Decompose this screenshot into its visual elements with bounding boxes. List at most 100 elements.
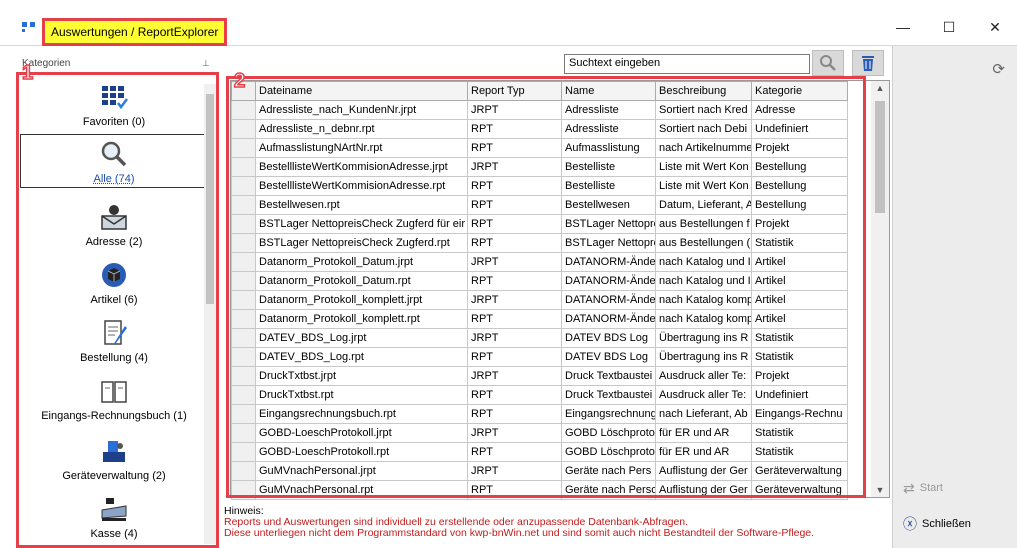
row-header[interactable]: [231, 385, 256, 405]
row-header[interactable]: [231, 404, 256, 424]
cell-dateiname[interactable]: Datanorm_Protokoll_Datum.rpt: [255, 271, 468, 291]
cell-report-typ[interactable]: RPT: [467, 404, 562, 424]
cell-kategorie[interactable]: Projekt: [751, 138, 848, 158]
cell-beschreibung[interactable]: für ER und AR: [655, 442, 752, 462]
cell-report-typ[interactable]: JRPT: [467, 290, 562, 310]
cell-dateiname[interactable]: DATEV_BDS_Log.jrpt: [255, 328, 468, 348]
cell-report-typ[interactable]: RPT: [467, 214, 562, 234]
maximize-button[interactable]: ☐: [926, 14, 972, 40]
cell-dateiname[interactable]: Datanorm_Protokoll_komplett.jrpt: [255, 290, 468, 310]
cell-report-typ[interactable]: RPT: [467, 442, 562, 462]
refresh-icon[interactable]: ⟳: [992, 60, 1005, 78]
table-row[interactable]: BestelllisteWertKommisionAdresse.rpt RPT B…: [231, 176, 848, 196]
cell-report-typ[interactable]: RPT: [467, 480, 562, 500]
cell-beschreibung[interactable]: aus Bestellungen f: [655, 214, 752, 234]
cell-beschreibung[interactable]: Liste mit Wert Kon: [655, 176, 752, 196]
cell-report-typ[interactable]: RPT: [467, 176, 562, 196]
cell-dateiname[interactable]: Datanorm_Protokoll_Datum.jrpt: [255, 252, 468, 272]
cell-dateiname[interactable]: DruckTxtbst.rpt: [255, 385, 468, 405]
cell-name[interactable]: Geräte nach Pers: [561, 461, 656, 481]
close-window-button[interactable]: ✕: [972, 14, 1017, 40]
table-row[interactable]: BSTLager NettopreisCheck Zugferd.rpt RPT B…: [231, 233, 848, 253]
cell-dateiname[interactable]: BSTLager NettopreisCheck Zugferd für eir: [255, 214, 468, 234]
cell-beschreibung[interactable]: Liste mit Wert Kon: [655, 157, 752, 177]
cell-dateiname[interactable]: AufmasslistungNArtNr.rpt: [255, 138, 468, 158]
row-header[interactable]: [231, 100, 256, 120]
cell-dateiname[interactable]: DruckTxtbst.jrpt: [255, 366, 468, 386]
table-row[interactable]: DruckTxtbst.jrpt JRPT Druck Textbaustei Aus…: [231, 366, 848, 386]
row-header[interactable]: [231, 195, 256, 215]
cell-name[interactable]: Bestelliste: [561, 157, 656, 177]
cell-kategorie[interactable]: Projekt: [751, 214, 848, 234]
cell-name[interactable]: Adressliste: [561, 119, 656, 139]
table-row[interactable]: GuMVnachPersonal.jrpt JRPT Geräte nach Per…: [231, 461, 848, 481]
cell-name[interactable]: DATEV BDS Log: [561, 347, 656, 367]
cell-kategorie[interactable]: Statistik: [751, 233, 848, 253]
row-header[interactable]: [231, 442, 256, 462]
scroll-up-icon[interactable]: ▲: [871, 83, 889, 93]
start-button[interactable]: ⇄ Start: [903, 476, 1013, 500]
close-button[interactable]: ⓧ Schließen: [903, 512, 1013, 536]
row-header[interactable]: [231, 138, 256, 158]
column-header-report-typ[interactable]: Report Typ: [467, 81, 562, 101]
cell-report-typ[interactable]: RPT: [467, 195, 562, 215]
cell-kategorie[interactable]: Artikel: [751, 309, 848, 329]
cell-dateiname[interactable]: GOBD-LoeschProtokoll.rpt: [255, 442, 468, 462]
table-row[interactable]: Adressliste_n_debnr.rpt RPT Adressliste Sor…: [231, 119, 848, 139]
table-row[interactable]: DruckTxtbst.rpt RPT Druck Textbaustei Ausdr…: [231, 385, 848, 405]
table-row[interactable]: Datanorm_Protokoll_komplett.rpt RPT DATANO…: [231, 309, 848, 329]
cell-report-typ[interactable]: JRPT: [467, 423, 562, 443]
cell-dateiname[interactable]: BSTLager NettopreisCheck Zugferd.rpt: [255, 233, 468, 253]
cell-name[interactable]: BSTLager Nettopre: [561, 214, 656, 234]
table-row[interactable]: Eingangsrechnungsbuch.rpt RPT Eingangsrech…: [231, 404, 848, 424]
cell-kategorie[interactable]: Eingangs-Rechnu: [751, 404, 848, 424]
cell-name[interactable]: Bestellwesen: [561, 195, 656, 215]
row-header[interactable]: [231, 461, 256, 481]
category-item-bestellung[interactable]: Bestellung (4): [20, 318, 208, 370]
cell-beschreibung[interactable]: Ausdruck aller Te:: [655, 385, 752, 405]
cell-dateiname[interactable]: GOBD-LoeschProtokoll.jrpt: [255, 423, 468, 443]
minimize-button[interactable]: —: [880, 14, 926, 40]
scroll-down-icon[interactable]: ▼: [871, 485, 889, 495]
search-input[interactable]: Suchtext eingeben: [564, 54, 810, 74]
table-row[interactable]: BSTLager NettopreisCheck Zugferd für eir…: [231, 214, 848, 234]
cell-report-typ[interactable]: JRPT: [467, 100, 562, 120]
cell-beschreibung[interactable]: Datum, Lieferant, A: [655, 195, 752, 215]
cell-dateiname[interactable]: BestelllisteWertKommisionAdresse.jrpt: [255, 157, 468, 177]
delete-button[interactable]: [852, 50, 884, 76]
table-row[interactable]: AufmasslistungNArtNr.rpt RPT Aufmasslistun…: [231, 138, 848, 158]
cell-report-typ[interactable]: JRPT: [467, 157, 562, 177]
table-row[interactable]: Datanorm_Protokoll_komplett.jrpt JRPT DATA…: [231, 290, 848, 310]
grid-scrollbar-thumb[interactable]: [875, 101, 885, 213]
table-row[interactable]: GOBD-LoeschProtokoll.jrpt JRPT GOBD Löschp…: [231, 423, 848, 443]
cell-kategorie[interactable]: Bestellung: [751, 157, 848, 177]
table-row[interactable]: BestelllisteWertKommisionAdresse.jrpt JRP…: [231, 157, 848, 177]
cell-beschreibung[interactable]: nach Artikelnumme: [655, 138, 752, 158]
cell-beschreibung[interactable]: für ER und AR: [655, 423, 752, 443]
category-scrollbar-thumb[interactable]: [206, 94, 214, 304]
table-row[interactable]: GOBD-LoeschProtokoll.rpt RPT GOBD Löschpro…: [231, 442, 848, 462]
row-header[interactable]: [231, 347, 256, 367]
cell-report-typ[interactable]: RPT: [467, 138, 562, 158]
cell-kategorie[interactable]: Undefiniert: [751, 385, 848, 405]
cell-name[interactable]: BSTLager Nettopre: [561, 233, 656, 253]
cell-report-typ[interactable]: RPT: [467, 119, 562, 139]
cell-beschreibung[interactable]: nach Katalog komp: [655, 290, 752, 310]
cell-beschreibung[interactable]: aus Bestellungen (: [655, 233, 752, 253]
table-row[interactable]: DATEV_BDS_Log.rpt RPT DATEV BDS Log Übertra…: [231, 347, 848, 367]
cell-report-typ[interactable]: RPT: [467, 233, 562, 253]
cell-report-typ[interactable]: JRPT: [467, 328, 562, 348]
cell-kategorie[interactable]: Bestellung: [751, 195, 848, 215]
cell-report-typ[interactable]: RPT: [467, 385, 562, 405]
cell-report-typ[interactable]: JRPT: [467, 461, 562, 481]
cell-name[interactable]: GOBD Löschproto: [561, 423, 656, 443]
cell-kategorie[interactable]: Artikel: [751, 271, 848, 291]
cell-beschreibung[interactable]: Übertragung ins R: [655, 328, 752, 348]
cell-name[interactable]: Eingangsrechnung: [561, 404, 656, 424]
cell-name[interactable]: DATEV BDS Log: [561, 328, 656, 348]
cell-beschreibung[interactable]: Ausdruck aller Te:: [655, 366, 752, 386]
category-item-adresse[interactable]: Adresse (2): [20, 202, 208, 254]
category-item-kasse[interactable]: Kasse (4): [20, 494, 208, 544]
cell-dateiname[interactable]: Adressliste_n_debnr.rpt: [255, 119, 468, 139]
row-header[interactable]: [231, 271, 256, 291]
